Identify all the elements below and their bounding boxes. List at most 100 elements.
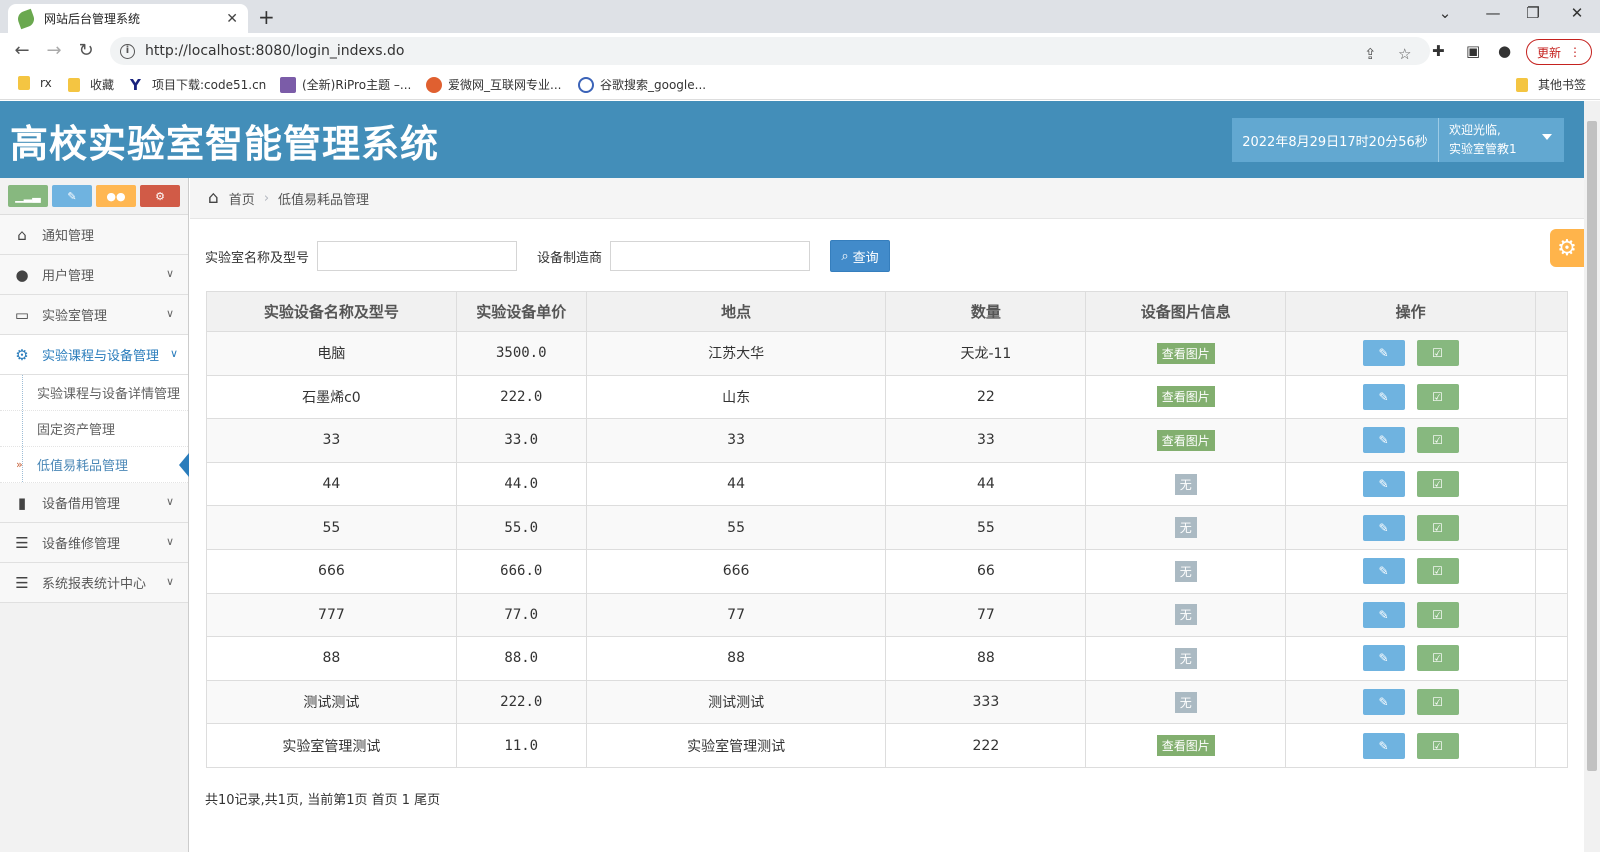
bookmark-google[interactable]: 谷歌搜索_google... bbox=[578, 76, 706, 93]
new-tab-icon[interactable]: + bbox=[258, 5, 275, 29]
view-picture-badge[interactable]: 查看图片 bbox=[1156, 386, 1215, 408]
view-picture-badge[interactable]: 查看图片 bbox=[1156, 342, 1215, 364]
check-button[interactable]: ☑ bbox=[1416, 427, 1459, 454]
signal-icon[interactable]: ▁▂▃ bbox=[8, 185, 48, 207]
cell-picture: 查看图片 bbox=[1085, 331, 1287, 376]
bookmark-code51[interactable]: Y 项目下载:code51.cn bbox=[130, 76, 266, 93]
cogs-icon[interactable]: ⚙ bbox=[140, 185, 180, 207]
bookmark-other[interactable]: 其他书签 bbox=[1516, 76, 1586, 93]
sidebar-item-notice[interactable]: ⌂ 通知管理 bbox=[0, 215, 188, 255]
edit-button[interactable]: ✎ bbox=[1362, 383, 1405, 410]
cell-qty: 33 bbox=[885, 418, 1087, 463]
user-menu[interactable]: 欢迎光临, 实验室管教1 bbox=[1438, 118, 1564, 162]
url-box[interactable]: i http://localhost:8080/login_indexs.do … bbox=[110, 37, 1430, 65]
chevron-down-icon[interactable]: ⌄ bbox=[1422, 4, 1468, 22]
view-picture-badge[interactable]: 查看图片 bbox=[1156, 429, 1215, 451]
edit-icon: ✎ bbox=[1378, 738, 1389, 753]
check-button[interactable]: ☑ bbox=[1416, 471, 1459, 498]
back-icon[interactable]: ← bbox=[10, 40, 34, 61]
bookmark-rx[interactable]: rx bbox=[18, 76, 52, 90]
cell-qty: 66 bbox=[885, 548, 1087, 594]
settings-gear-icon[interactable]: ⚙ bbox=[1550, 229, 1584, 267]
search-icon: ⌕ bbox=[841, 248, 849, 264]
scrollbar-thumb[interactable] bbox=[1587, 121, 1597, 771]
cell-price: 55.0 bbox=[455, 505, 587, 550]
check-button[interactable]: ☑ bbox=[1416, 340, 1459, 367]
restore-icon[interactable]: ❐ bbox=[1510, 4, 1556, 22]
bookmark-icon: ▮ bbox=[17, 493, 27, 512]
sidebar-item-repair[interactable]: ☰ 设备维修管理 ∨ bbox=[0, 523, 188, 563]
sidebar-item-users[interactable]: ● 用户管理 ∨ bbox=[0, 255, 188, 295]
bookmark-aiwei[interactable]: 爱微网_互联网专业... bbox=[426, 76, 561, 93]
edit-button[interactable]: ✎ bbox=[1362, 471, 1405, 498]
check-button[interactable]: ☑ bbox=[1416, 383, 1459, 410]
sidebar: ▁▂▃ ✎ ●● ⚙ ⌂ 通知管理 ● 用户管理 ∨ ▭ 实验室管理 ∨ ⚙ 实… bbox=[0, 178, 189, 852]
pencil-icon[interactable]: ✎ bbox=[52, 185, 92, 207]
info-icon[interactable]: i bbox=[120, 43, 135, 59]
cell-place: 77 bbox=[585, 592, 887, 638]
cell-actions: ✎ ☑ bbox=[1285, 723, 1536, 768]
cell-place: 44 bbox=[585, 461, 887, 507]
cell-price: 222.0 bbox=[455, 374, 587, 420]
cell-picture: 无 bbox=[1085, 679, 1287, 725]
col-price: 实验设备单价 bbox=[455, 291, 587, 332]
edit-button[interactable]: ✎ bbox=[1362, 601, 1405, 628]
edit-button[interactable]: ✎ bbox=[1362, 645, 1405, 672]
check-button[interactable]: ☑ bbox=[1416, 689, 1459, 716]
reload-icon[interactable]: ↻ bbox=[74, 40, 98, 61]
edit-icon: ✎ bbox=[1378, 695, 1389, 710]
breadcrumb-home[interactable]: 首页 bbox=[229, 189, 255, 208]
edit-button[interactable]: ✎ bbox=[1362, 558, 1405, 585]
sidepanel-icon[interactable]: ▣ bbox=[1466, 42, 1480, 60]
cell-price: 666.0 bbox=[455, 548, 587, 594]
sidebar-item-reports[interactable]: ☰ 系统报表统计中心 ∨ bbox=[0, 563, 188, 603]
bookmark-favorites[interactable]: 收藏 bbox=[68, 76, 114, 93]
cell-picture: 无 bbox=[1085, 636, 1287, 681]
url-text: http://localhost:8080/login_indexs.do bbox=[145, 43, 405, 59]
check-button[interactable]: ☑ bbox=[1416, 558, 1459, 585]
cell-actions: ✎ ☑ bbox=[1285, 548, 1536, 594]
forward-icon[interactable]: → bbox=[42, 40, 66, 61]
search-button[interactable]: ⌕ 查询 bbox=[830, 240, 891, 272]
view-picture-badge[interactable]: 查看图片 bbox=[1156, 735, 1215, 757]
edit-icon: ✎ bbox=[1378, 346, 1389, 361]
update-button[interactable]: 更新 ⋮ bbox=[1526, 39, 1592, 65]
browser-tab[interactable]: 网站后台管理系统 ✕ bbox=[8, 4, 248, 33]
page-scrollbar[interactable] bbox=[1584, 101, 1600, 852]
check-icon: ☑ bbox=[1432, 520, 1443, 535]
table-row: 88 88.0 88 88 无 ✎ ☑ bbox=[206, 636, 1569, 681]
edit-button[interactable]: ✎ bbox=[1362, 689, 1405, 716]
bookmark-ripro[interactable]: (全新)RiPro主题 –... bbox=[280, 76, 411, 93]
sidebar-subitem-consumables[interactable]: » 低值易耗品管理 bbox=[0, 447, 189, 483]
check-button[interactable]: ☑ bbox=[1416, 514, 1459, 541]
star-icon[interactable]: ☆ bbox=[1398, 45, 1411, 63]
check-icon: ☑ bbox=[1432, 346, 1443, 361]
col-actions: 操作 bbox=[1285, 291, 1536, 332]
maker-input[interactable] bbox=[610, 241, 811, 271]
group-icon[interactable]: ●● bbox=[96, 185, 136, 207]
cell-place: 江苏大华 bbox=[585, 331, 887, 376]
cell-picture: 查看图片 bbox=[1085, 418, 1287, 463]
sidebar-item-labs[interactable]: ▭ 实验室管理 ∨ bbox=[0, 295, 188, 335]
edit-button[interactable]: ✎ bbox=[1362, 427, 1405, 454]
close-icon[interactable]: ✕ bbox=[226, 11, 238, 27]
edit-button[interactable]: ✎ bbox=[1362, 340, 1405, 367]
window-close-icon[interactable]: ✕ bbox=[1554, 4, 1600, 22]
sidebar-subitem-course-detail[interactable]: 实验课程与设备详情管理 bbox=[0, 375, 188, 411]
edit-icon: ✎ bbox=[1378, 389, 1389, 404]
extensions-icon[interactable]: ✚ bbox=[1432, 42, 1445, 60]
sidebar-subitem-fixed-assets[interactable]: 固定资产管理 bbox=[0, 411, 188, 447]
check-button[interactable]: ☑ bbox=[1416, 645, 1459, 672]
search360-icon bbox=[578, 76, 594, 93]
lab-name-input[interactable] bbox=[317, 241, 518, 271]
edit-button[interactable]: ✎ bbox=[1362, 514, 1405, 541]
sidebar-item-courses-equipment[interactable]: ⚙ 实验课程与设备管理 ∨ bbox=[0, 335, 188, 375]
cell-extra bbox=[1534, 548, 1569, 594]
sidebar-item-borrow[interactable]: ▮ 设备借用管理 ∨ bbox=[0, 483, 188, 523]
share-icon[interactable]: ⇪ bbox=[1364, 45, 1377, 63]
edit-button[interactable]: ✎ bbox=[1362, 732, 1405, 759]
check-button[interactable]: ☑ bbox=[1416, 601, 1459, 628]
desktop-icon: ▭ bbox=[14, 305, 30, 324]
check-button[interactable]: ☑ bbox=[1416, 732, 1459, 759]
profile-icon[interactable]: ● bbox=[1498, 42, 1511, 60]
